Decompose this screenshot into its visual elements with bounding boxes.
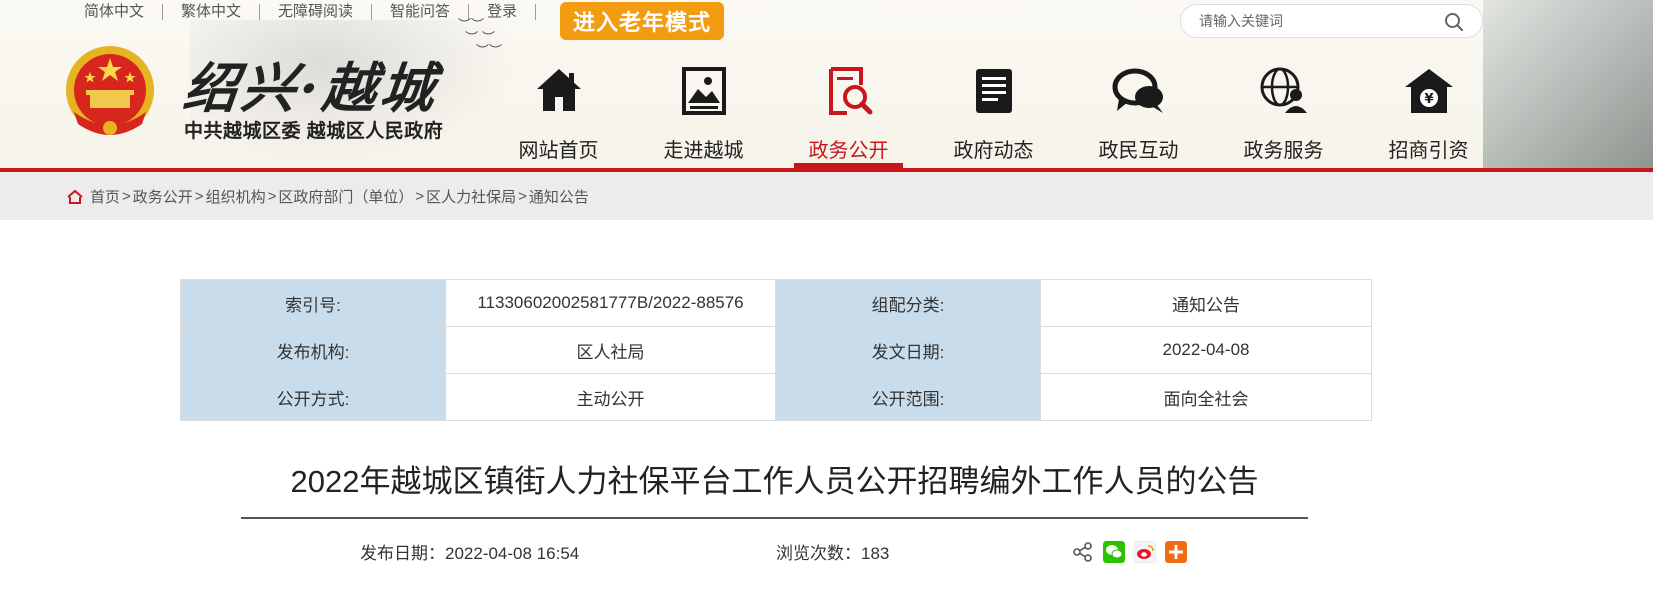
view-count: 浏览次数：183 bbox=[776, 544, 890, 563]
meta-value-issue-date: 2022-04-08 bbox=[1040, 326, 1372, 374]
meta-key-disclosure-method: 公开方式: bbox=[180, 373, 446, 421]
meta-value-publisher: 区人社局 bbox=[445, 326, 776, 374]
elder-mode-button[interactable]: 进入老年模式 bbox=[560, 2, 724, 40]
home-icon bbox=[67, 189, 83, 204]
breadcrumb-separator: > bbox=[518, 188, 527, 205]
breadcrumb-separator: > bbox=[194, 188, 204, 205]
breadcrumb-hr-bureau[interactable]: 区人力社保局 bbox=[426, 186, 516, 207]
site-organization-name: 中共越城区委 越城区人民政府 bbox=[184, 121, 444, 142]
link-smart-qa[interactable]: 智能问答 bbox=[372, 4, 470, 20]
home-icon bbox=[536, 69, 581, 111]
meta-key-index-number: 索引号: bbox=[180, 279, 446, 327]
main-nav: 网站首页 走进越城 政务公开 政府动态 政民互动 政务服务 ¥ 招商引资 bbox=[486, 62, 1501, 168]
breadcrumb-gov-affairs-open[interactable]: 政务公开 bbox=[133, 186, 193, 207]
nav-label: 走进越城 bbox=[663, 140, 744, 162]
site-header: 简体中文 繁体中文 无障碍阅读 智能问答 登录 进入老年模式 ︶︶ ︶ ︶ ︶︶… bbox=[0, 0, 1653, 168]
nav-item-gov-affairs-open[interactable]: 政务公开 bbox=[776, 62, 921, 168]
breadcrumb-separator: > bbox=[122, 188, 131, 205]
water-town-photo bbox=[1483, 0, 1653, 168]
nav-label: 政府动态 bbox=[953, 140, 1034, 162]
nav-item-home[interactable]: 网站首页 bbox=[486, 62, 631, 168]
globe-user-icon bbox=[1260, 67, 1307, 113]
meta-key-category: 组配分类: bbox=[775, 279, 1041, 327]
search-input[interactable] bbox=[1197, 12, 1441, 30]
yuan-house-icon: ¥ bbox=[1404, 69, 1453, 113]
nav-item-investment[interactable]: ¥ 招商引资 bbox=[1356, 62, 1501, 168]
search-icon[interactable] bbox=[1444, 12, 1464, 32]
nav-item-about[interactable]: 走进越城 bbox=[631, 62, 776, 168]
article-title: 2022年越城区镇街人力社保平台工作人员公开招聘编外工作人员的公告 bbox=[290, 464, 1259, 499]
table-row: 发布机构: 区人社局 发文日期: 2022-04-08 bbox=[180, 326, 1372, 374]
nav-label: 网站首页 bbox=[518, 140, 599, 162]
table-row: 公开方式: 主动公开 公开范围: 面向全社会 bbox=[180, 373, 1372, 421]
meta-value-disclosure-method: 主动公开 bbox=[445, 373, 776, 421]
share-icon[interactable] bbox=[1072, 541, 1094, 563]
picture-icon bbox=[681, 67, 726, 115]
national-emblem-logo[interactable] bbox=[60, 42, 160, 146]
meta-value-index-number: 11330602002581777B/2022-88576 bbox=[445, 279, 776, 327]
breadcrumb-departments[interactable]: 区政府部门（单位） bbox=[278, 186, 413, 207]
more-share-icon[interactable] bbox=[1165, 541, 1187, 563]
breadcrumb-notices[interactable]: 通知公告 bbox=[529, 186, 589, 207]
svg-text:¥: ¥ bbox=[1424, 92, 1433, 107]
nav-item-gov-service[interactable]: 政务服务 bbox=[1211, 62, 1356, 168]
meta-value-disclosure-scope: 面向全社会 bbox=[1040, 373, 1372, 421]
nav-label: 政务公开 bbox=[808, 140, 889, 162]
breadcrumb-separator: > bbox=[415, 188, 425, 205]
breadcrumb-bar: 首页 > 政务公开 > 组织机构 > 区政府部门（单位） > 区人力社保局 > … bbox=[0, 172, 1653, 220]
share-bar bbox=[1072, 541, 1196, 563]
publish-date: 发布日期：2022-04-08 16:54 bbox=[360, 544, 580, 563]
document-search-icon bbox=[828, 67, 872, 115]
birds-decoration: ︶︶ ︶ ︶ ︶︶ bbox=[458, 17, 503, 58]
meta-key-issue-date: 发文日期: bbox=[775, 326, 1041, 374]
meta-value-category: 通知公告 bbox=[1040, 279, 1372, 327]
nav-label: 政民互动 bbox=[1098, 140, 1179, 162]
meta-key-publisher: 发布机构: bbox=[180, 326, 446, 374]
chat-icon bbox=[1112, 68, 1163, 113]
news-icon bbox=[975, 69, 1012, 113]
nav-item-interaction[interactable]: 政民互动 bbox=[1066, 62, 1211, 168]
link-simplified-chinese[interactable]: 简体中文 bbox=[84, 4, 164, 20]
nav-label: 招商引资 bbox=[1388, 140, 1469, 162]
meta-key-disclosure-scope: 公开范围: bbox=[775, 373, 1041, 421]
search-box bbox=[1180, 4, 1483, 38]
document-meta-table: 索引号: 11330602002581777B/2022-88576 组配分类:… bbox=[180, 279, 1372, 421]
breadcrumb-separator: > bbox=[267, 188, 277, 205]
link-accessible-reading[interactable]: 无障碍阅读 bbox=[260, 4, 373, 20]
title-divider bbox=[241, 517, 1308, 519]
wechat-icon[interactable] bbox=[1103, 541, 1125, 563]
breadcrumb-home[interactable]: 首页 bbox=[90, 186, 120, 207]
breadcrumb-organization[interactable]: 组织机构 bbox=[206, 186, 266, 207]
weibo-icon[interactable] bbox=[1134, 541, 1156, 563]
breadcrumb: 首页 > 政务公开 > 组织机构 > 区政府部门（单位） > 区人力社保局 > … bbox=[66, 186, 589, 207]
link-traditional-chinese[interactable]: 繁体中文 bbox=[163, 4, 261, 20]
table-row: 索引号: 11330602002581777B/2022-88576 组配分类:… bbox=[180, 279, 1372, 327]
site-calligraphy-title: 绍兴·越城 bbox=[180, 56, 442, 120]
nav-item-gov-news[interactable]: 政府动态 bbox=[921, 62, 1066, 168]
nav-label: 政务服务 bbox=[1243, 140, 1324, 162]
